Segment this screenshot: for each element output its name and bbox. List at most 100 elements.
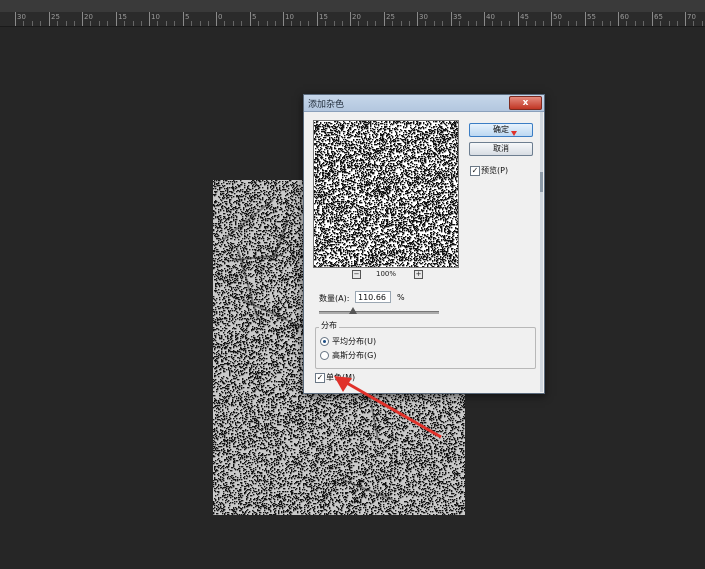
ruler-minor-tick bbox=[208, 21, 209, 26]
dialog-edge-scrollbar[interactable] bbox=[540, 112, 543, 392]
ruler-label: 20 bbox=[84, 13, 93, 21]
ruler-label: 55 bbox=[587, 13, 596, 21]
scrollbar-thumb[interactable] bbox=[540, 172, 543, 192]
top-strip bbox=[0, 0, 705, 12]
ruler-label: 25 bbox=[386, 13, 395, 21]
ruler-minor-tick bbox=[492, 21, 493, 26]
ruler-minor-tick bbox=[702, 21, 703, 26]
ruler-label: 65 bbox=[654, 13, 663, 21]
ruler-minor-tick bbox=[459, 21, 460, 26]
amount-unit: % bbox=[397, 293, 405, 302]
amount-label: 数量(A): bbox=[319, 294, 350, 303]
ruler-label: 50 bbox=[553, 13, 562, 21]
ruler-minor-tick bbox=[267, 21, 268, 26]
ruler-minor-tick bbox=[325, 21, 326, 26]
ruler-minor-tick bbox=[367, 21, 368, 26]
minus-icon: − bbox=[353, 270, 360, 278]
dialog-titlebar[interactable]: 添加杂色 x bbox=[304, 95, 544, 112]
ok-label: 确定 bbox=[493, 125, 509, 134]
ruler-minor-tick bbox=[40, 21, 41, 26]
ruler-tick bbox=[484, 12, 485, 26]
ruler-minor-tick bbox=[593, 21, 594, 26]
amount-slider-thumb[interactable] bbox=[349, 307, 357, 314]
ruler-tick bbox=[451, 12, 452, 26]
amount-slider-track[interactable] bbox=[319, 311, 439, 314]
ruler-minor-tick bbox=[191, 21, 192, 26]
radio-gaussian-label: 高斯分布(G) bbox=[332, 351, 377, 360]
ruler-tick bbox=[417, 12, 418, 26]
ruler-tick bbox=[350, 12, 351, 26]
zoom-percent: 100% bbox=[376, 270, 397, 278]
ruler-minor-tick bbox=[291, 21, 292, 26]
ruler-label: 5 bbox=[252, 13, 257, 21]
ruler-minor-tick bbox=[124, 21, 125, 26]
radio-button[interactable] bbox=[320, 337, 329, 346]
ruler-minor-tick bbox=[57, 21, 58, 26]
ruler-minor-tick bbox=[434, 21, 435, 26]
ruler-tick bbox=[82, 12, 83, 26]
amount-input[interactable] bbox=[355, 291, 391, 303]
ruler-minor-tick bbox=[90, 21, 91, 26]
ruler-tick bbox=[585, 12, 586, 26]
close-button[interactable]: x bbox=[509, 96, 542, 110]
ruler-tick bbox=[551, 12, 552, 26]
ruler-minor-tick bbox=[526, 21, 527, 26]
ruler-label: 15 bbox=[319, 13, 328, 21]
ruler-label: 35 bbox=[453, 13, 462, 21]
ruler-minor-tick bbox=[409, 21, 410, 26]
monochromatic-checkbox[interactable]: ✓ bbox=[315, 373, 325, 383]
ruler-label: 40 bbox=[486, 13, 495, 21]
ruler-tick bbox=[149, 12, 150, 26]
ruler-minor-tick bbox=[141, 21, 142, 26]
ruler-tick bbox=[15, 12, 16, 26]
ruler-minor-tick bbox=[133, 21, 134, 26]
ruler-tick bbox=[652, 12, 653, 26]
ruler-minor-tick bbox=[392, 21, 393, 26]
preview-label: 预览(P) bbox=[481, 166, 509, 175]
check-icon: ✓ bbox=[471, 166, 479, 175]
horizontal-ruler[interactable]: 30 25 20 15 10 5 0 5 10 15 20 25 30 35 40 45 50 55 60 65 70 bbox=[0, 12, 705, 27]
ruler-minor-tick bbox=[258, 21, 259, 26]
ruler-minor-tick bbox=[200, 21, 201, 26]
ruler-minor-tick bbox=[677, 21, 678, 26]
preview-checkbox[interactable]: ✓ bbox=[470, 166, 480, 176]
ruler-tick bbox=[384, 12, 385, 26]
plus-icon: + bbox=[415, 270, 422, 278]
annotation-marker-icon bbox=[511, 131, 517, 136]
ruler-minor-tick bbox=[635, 21, 636, 26]
preview-noise-image bbox=[314, 121, 458, 267]
close-icon: x bbox=[522, 98, 529, 108]
ruler-minor-tick bbox=[501, 21, 502, 26]
ruler-minor-tick bbox=[107, 21, 108, 26]
ruler-label: 45 bbox=[520, 13, 529, 21]
ruler-minor-tick bbox=[476, 21, 477, 26]
ruler-minor-tick bbox=[99, 21, 100, 26]
ruler-minor-tick bbox=[568, 21, 569, 26]
ruler-minor-tick bbox=[23, 21, 24, 26]
ruler-minor-tick bbox=[174, 21, 175, 26]
ruler-minor-tick bbox=[358, 21, 359, 26]
zoom-in-button[interactable]: + bbox=[414, 270, 423, 279]
ruler-minor-tick bbox=[241, 21, 242, 26]
ruler-label: 20 bbox=[352, 13, 361, 21]
ruler-minor-tick bbox=[535, 21, 536, 26]
ruler-label: 10 bbox=[285, 13, 294, 21]
ruler-minor-tick bbox=[157, 21, 158, 26]
cancel-button[interactable]: 取消 bbox=[469, 142, 533, 156]
photoshop-workspace: 30 25 20 15 10 5 0 5 10 15 20 25 30 35 40 45 50 55 60 65 70 … bbox=[0, 0, 705, 569]
ruler-minor-tick bbox=[442, 21, 443, 26]
ruler-minor-tick bbox=[610, 21, 611, 26]
ruler-tick bbox=[183, 12, 184, 26]
add-noise-dialog: 添加杂色 x − 100% + 确定 取消 ✓ 预览(P) 数量(A): 110… bbox=[303, 94, 545, 394]
check-icon: ✓ bbox=[316, 373, 324, 382]
filter-preview[interactable] bbox=[313, 120, 459, 268]
zoom-controls: − 100% + bbox=[352, 270, 432, 280]
ruler-minor-tick bbox=[300, 21, 301, 26]
ruler-minor-tick bbox=[224, 21, 225, 26]
zoom-out-button[interactable]: − bbox=[352, 270, 361, 279]
ruler-tick bbox=[216, 12, 217, 26]
ok-button[interactable]: 确定 bbox=[469, 123, 533, 137]
cancel-label: 取消 bbox=[493, 144, 509, 153]
ruler-minor-tick bbox=[66, 21, 67, 26]
radio-button[interactable] bbox=[320, 351, 329, 360]
